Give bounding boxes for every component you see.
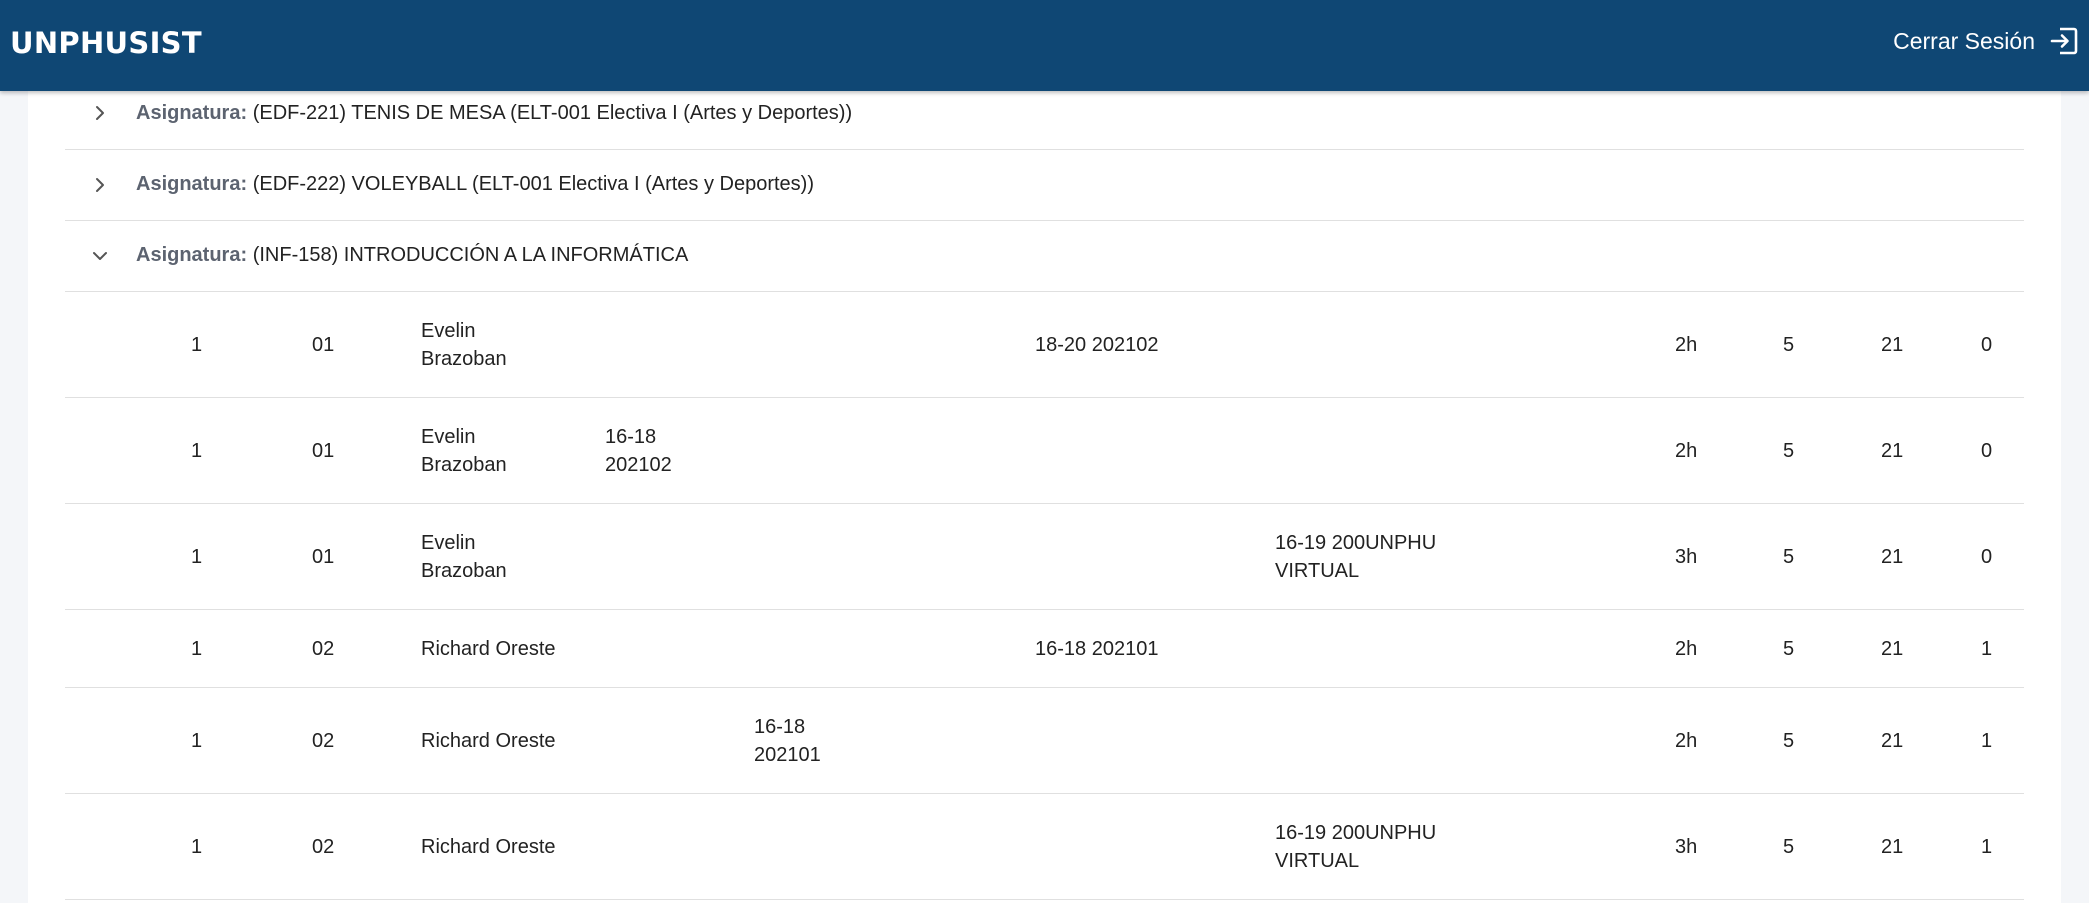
professor-name: Richard Oreste [421, 637, 556, 660]
capacity: 21 [1881, 729, 1904, 752]
capacity: 21 [1881, 637, 1904, 660]
subject-title: Asignatura: (INF-158) INTRODUCCIÓN A LA … [136, 244, 688, 267]
hours: 2h [1675, 439, 1698, 462]
enrolled: 0 [1981, 545, 1993, 568]
schedule-day-1: 16-18 202102 [605, 425, 672, 476]
chevron-right-icon[interactable] [91, 176, 109, 194]
subject-row-edf-221[interactable]: Asignatura: (EDF-221) TENIS DE MESA (ELT… [65, 91, 2024, 150]
credits: 5 [1783, 545, 1795, 568]
subject-name: (INF-158) INTRODUCCIÓN A LA INFORMÁTICA [252, 244, 689, 266]
hours: 2h [1675, 333, 1698, 356]
section-number: 1 [191, 333, 203, 356]
enrolled: 1 [1981, 729, 1993, 752]
logout-label[interactable]: Cerrar Sesión [1893, 28, 2035, 55]
subject-label: Asignatura: [136, 102, 248, 124]
section-code: 02 [312, 637, 335, 660]
subject-title: Asignatura: (EDF-222) VOLEYBALL (ELT-001… [136, 173, 814, 196]
schedule-day-2: 16-18 202101 [754, 715, 821, 766]
schedule-day-4: 16-19 200UNPHU VIRTUAL [1275, 821, 1437, 872]
logout-button[interactable]: Cerrar Sesión [1893, 26, 2079, 56]
section-row: 1 01 Evelin Brazoban 16-18 202102 2h 5 2… [65, 398, 2024, 504]
section-code: 02 [312, 729, 335, 752]
hours: 2h [1675, 637, 1698, 660]
hours: 3h [1675, 835, 1698, 858]
schedule-day-4: 16-19 200UNPHU VIRTUAL [1275, 531, 1437, 582]
logout-icon[interactable] [2049, 26, 2079, 56]
chevron-right-icon[interactable] [91, 104, 109, 122]
top-navbar: UNPHUSIST Cerrar Sesión [0, 0, 2089, 91]
section-number: 1 [191, 835, 203, 858]
section-code: 01 [312, 439, 335, 462]
section-row: 1 02 Richard Oreste 16-18 202101 2h 5 21… [65, 610, 2024, 688]
section-code: 01 [312, 545, 335, 568]
app-logo-text[interactable]: UNPHUSIST [10, 26, 202, 60]
capacity: 21 [1881, 333, 1904, 356]
credits: 5 [1783, 729, 1795, 752]
professor-name: Evelin Brazoban [421, 319, 507, 370]
schedule-day-3: 16-18 202101 [1035, 637, 1159, 660]
subject-label: Asignatura: [136, 244, 248, 266]
professor-name: Evelin Brazoban [421, 531, 507, 582]
section-row: 1 01 Evelin Brazoban 18-20 202102 2h 5 2… [65, 292, 2024, 398]
section-code: 01 [312, 333, 335, 356]
subject-row-inf-158[interactable]: Asignatura: (INF-158) INTRODUCCIÓN A LA … [65, 221, 2024, 292]
subject-name: (EDF-222) VOLEYBALL (ELT-001 Electiva I … [252, 173, 814, 195]
section-number: 1 [191, 729, 203, 752]
subject-name: (EDF-221) TENIS DE MESA (ELT-001 Electiv… [252, 102, 853, 124]
section-code: 02 [312, 835, 335, 858]
capacity: 21 [1881, 835, 1904, 858]
enrolled: 1 [1981, 637, 1993, 660]
capacity: 21 [1881, 545, 1904, 568]
section-row: 1 01 Evelin Brazoban 16-19 200UNPHU VIRT… [65, 504, 2024, 610]
section-row: 1 02 Richard Oreste 16-19 200UNPHU VIRTU… [65, 794, 2024, 900]
subject-list: Asignatura: (EDF-221) TENIS DE MESA (ELT… [65, 91, 2024, 900]
enrolled: 0 [1981, 439, 1993, 462]
content-panel: Asignatura: (EDF-221) TENIS DE MESA (ELT… [28, 91, 2061, 903]
schedule-day-3: 18-20 202102 [1035, 333, 1159, 356]
credits: 5 [1783, 439, 1795, 462]
section-number: 1 [191, 439, 203, 462]
capacity: 21 [1881, 439, 1904, 462]
professor-name: Evelin Brazoban [421, 425, 507, 476]
hours: 2h [1675, 729, 1698, 752]
subject-title: Asignatura: (EDF-221) TENIS DE MESA (ELT… [136, 102, 852, 125]
hours: 3h [1675, 545, 1698, 568]
enrolled: 0 [1981, 333, 1993, 356]
chevron-down-icon[interactable] [91, 247, 109, 265]
section-row: 1 02 Richard Oreste 16-18 202101 2h 5 21… [65, 688, 2024, 794]
credits: 5 [1783, 637, 1795, 660]
section-number: 1 [191, 545, 203, 568]
section-number: 1 [191, 637, 203, 660]
professor-name: Richard Oreste [421, 729, 556, 752]
enrolled: 1 [1981, 835, 1993, 858]
credits: 5 [1783, 835, 1795, 858]
credits: 5 [1783, 333, 1795, 356]
professor-name: Richard Oreste [421, 835, 556, 858]
subject-row-edf-222[interactable]: Asignatura: (EDF-222) VOLEYBALL (ELT-001… [65, 150, 2024, 221]
subject-label: Asignatura: [136, 173, 248, 195]
